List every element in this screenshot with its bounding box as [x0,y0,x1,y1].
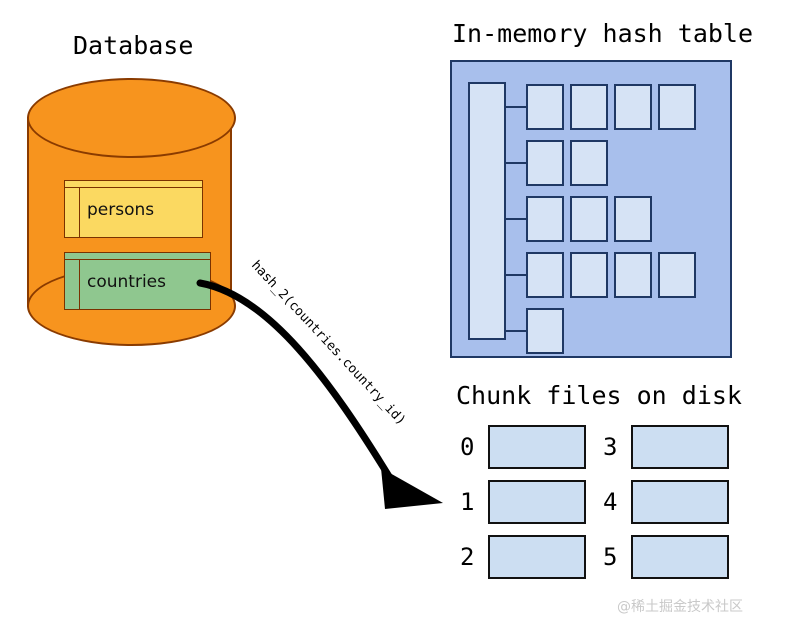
cylinder-top-ellipse [27,78,236,158]
hash-node[interactable] [614,196,652,242]
chunk-file-box[interactable] [631,480,729,524]
chunk-file-box[interactable] [488,480,586,524]
chunk-file-index: 4 [603,488,618,516]
hash-node[interactable] [570,252,608,298]
hash-node[interactable] [614,84,652,130]
table-header-row [65,253,210,260]
chunk-files-title: Chunk files on disk [456,381,742,410]
chain-connector [504,106,526,108]
chunk-file-box[interactable] [488,425,586,469]
chain-connector [504,330,526,332]
chunk-file-index: 0 [460,433,475,461]
chunk-file-2[interactable]: 2 [460,535,586,579]
hash-node[interactable] [570,196,608,242]
hash-table-container [450,60,732,358]
hash-node[interactable] [614,252,652,298]
arrow-label: hash_2(countries.country_id) [248,258,409,429]
chunk-file-box[interactable] [631,535,729,579]
table-persons-label: persons [87,199,155,220]
chunk-file-index: 3 [603,433,618,461]
chunk-file-3[interactable]: 3 [603,425,729,469]
table-column-divider [79,188,80,237]
chunk-file-index: 1 [460,488,475,516]
table-countries[interactable]: countries [64,252,211,310]
hash-node[interactable] [570,140,608,186]
hash-node[interactable] [526,140,564,186]
watermark: @稀土掘金技术社区 [617,599,743,615]
hash-node[interactable] [658,84,696,130]
table-countries-label: countries [87,271,166,292]
chunk-file-index: 2 [460,543,475,571]
hash-table-title: In-memory hash table [452,19,754,48]
chunk-file-index: 5 [603,543,618,571]
hash-bucket-spine [504,84,506,338]
hash-node[interactable] [570,84,608,130]
hash-node[interactable] [526,84,564,130]
table-column-divider [79,260,80,309]
arrow-head [381,468,443,509]
chunk-file-box[interactable] [488,535,586,579]
hash-bucket-array [468,82,506,340]
hash-node[interactable] [526,196,564,242]
chunk-file-box[interactable] [631,425,729,469]
hash-node[interactable] [526,252,564,298]
chain-connector [504,274,526,276]
chain-connector [504,218,526,220]
database-cylinder: persons countries [27,78,236,346]
chunk-file-0[interactable]: 0 [460,425,586,469]
chunk-file-1[interactable]: 1 [460,480,586,524]
diagram-canvas: Database persons countries hash_2(countr… [0,0,790,633]
hash-node[interactable] [526,308,564,354]
table-header-row [65,181,202,188]
chunk-file-5[interactable]: 5 [603,535,729,579]
database-title: Database [73,31,194,60]
chain-connector [504,162,526,164]
chunk-file-4[interactable]: 4 [603,480,729,524]
table-persons[interactable]: persons [64,180,203,238]
hash-node[interactable] [658,252,696,298]
